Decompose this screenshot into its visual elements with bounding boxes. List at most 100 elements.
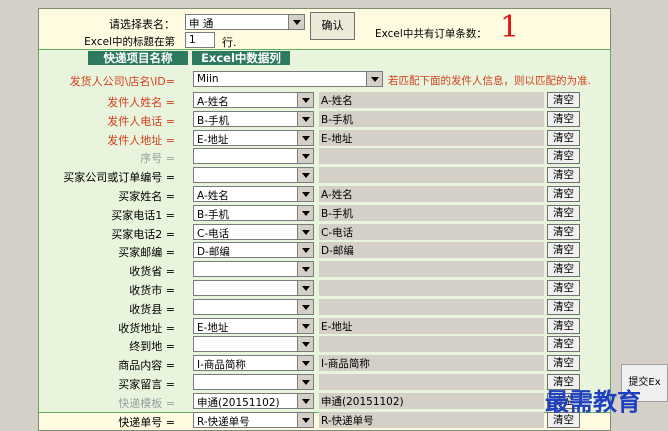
chevron-down-icon[interactable] [297, 413, 313, 427]
column-select[interactable] [193, 261, 314, 277]
chevron-down-icon[interactable] [297, 375, 313, 389]
clear-button[interactable]: 清空 [547, 261, 580, 277]
clear-button[interactable]: 清空 [547, 167, 580, 183]
clear-button[interactable]: 清空 [547, 148, 580, 164]
column-select[interactable]: E-地址 [193, 318, 314, 334]
chevron-down-icon[interactable] [297, 206, 313, 220]
order-count-value: 1 [500, 10, 520, 45]
column-preview-value: B-手机 [321, 208, 353, 220]
column-select-value: A-姓名 [197, 96, 229, 108]
chevron-down-icon[interactable] [297, 225, 313, 239]
clear-button[interactable]: 清空 [547, 336, 580, 352]
column-preview [319, 336, 544, 352]
row-label: 收货省 = [129, 265, 175, 278]
column-preview-value: B-手机 [321, 114, 353, 126]
column-select[interactable]: E-地址 [193, 130, 314, 146]
column-select-value: D-邮编 [197, 246, 230, 258]
confirm-button[interactable]: 确认 [310, 12, 355, 40]
chevron-down-icon[interactable] [297, 149, 313, 163]
column-select-value: R-快递单号 [197, 416, 250, 428]
clear-button[interactable]: 清空 [547, 111, 580, 127]
row-label: 终到地 = [129, 340, 175, 353]
chevron-down-icon[interactable] [297, 243, 313, 257]
title-row-suffix: 行. [222, 36, 237, 49]
clear-button[interactable]: 清空 [547, 224, 580, 240]
confirm-label: 确认 [321, 19, 344, 32]
column-select-value: B-手机 [197, 115, 229, 127]
column-preview: D-邮编 [319, 242, 544, 258]
clear-button[interactable]: 清空 [547, 186, 580, 202]
row-label: 快递单号 = [118, 416, 175, 429]
column-select[interactable]: B-手机 [193, 111, 314, 127]
column-preview: A-姓名 [319, 92, 544, 108]
clear-button[interactable]: 清空 [547, 355, 580, 371]
chevron-down-icon[interactable] [297, 168, 313, 182]
column-select[interactable]: A-姓名 [193, 92, 314, 108]
title-row-value: 1 [189, 34, 196, 46]
clear-button[interactable]: 清空 [547, 130, 580, 146]
chevron-down-icon[interactable] [297, 112, 313, 126]
column-preview-value: R-快递单号 [321, 415, 374, 427]
column-preview [319, 299, 544, 315]
chevron-down-icon[interactable] [297, 394, 313, 408]
row-label: 序号 = [140, 152, 175, 165]
row-label: 发件人姓名 = [107, 96, 175, 109]
column-select[interactable]: B-手机 [193, 205, 314, 221]
chevron-down-icon[interactable] [297, 187, 313, 201]
row-label: 买家电话1 = [111, 209, 175, 222]
sender-company-select[interactable]: Miin [193, 71, 383, 87]
column-select[interactable]: I-商品简称 [193, 355, 314, 371]
chevron-down-icon[interactable] [288, 15, 304, 29]
column-preview: R-快递单号 [319, 412, 544, 428]
column-select-value: C-电话 [197, 228, 230, 240]
title-row-label: Excel中的标题在第 [84, 36, 175, 48]
column-select-value: B-手机 [197, 209, 229, 221]
clear-button[interactable]: 清空 [547, 92, 580, 108]
clear-button[interactable]: 清空 [547, 318, 580, 334]
column-select[interactable]: R-快递单号 [193, 412, 314, 428]
column-preview-value: A-姓名 [321, 95, 353, 107]
column-select[interactable] [193, 280, 314, 296]
chevron-down-icon[interactable] [366, 72, 382, 86]
row-label: 商品内容 = [118, 359, 175, 372]
chevron-down-icon[interactable] [297, 131, 313, 145]
row-label: 买家留言 = [118, 378, 175, 391]
chevron-down-icon[interactable] [297, 262, 313, 276]
column-select[interactable] [193, 167, 314, 183]
column-select[interactable]: 申通(20151102) [193, 393, 314, 409]
column-select[interactable]: C-电话 [193, 224, 314, 240]
column-select-value: E-地址 [197, 134, 229, 146]
column-select[interactable] [193, 299, 314, 315]
column-select[interactable]: D-邮编 [193, 242, 314, 258]
column-preview: E-地址 [319, 130, 544, 146]
clear-button[interactable]: 清空 [547, 280, 580, 296]
select-table-label: 请选择表名： [109, 18, 175, 31]
column-select[interactable] [193, 336, 314, 352]
column-select[interactable]: A-姓名 [193, 186, 314, 202]
column-preview-value: C-电话 [321, 227, 354, 239]
table-select[interactable]: 申 通 [185, 14, 305, 30]
chevron-down-icon[interactable] [297, 281, 313, 295]
chevron-down-icon[interactable] [297, 337, 313, 351]
column-select[interactable] [193, 374, 314, 390]
title-row-input[interactable]: 1 [185, 32, 215, 48]
clear-button[interactable]: 清空 [547, 242, 580, 258]
row-label: 买家公司或订单编号 = [63, 171, 175, 184]
column-preview: I-商品简称 [319, 355, 544, 371]
chevron-down-icon[interactable] [297, 93, 313, 107]
column-preview-value: I-商品简称 [321, 358, 370, 370]
row-label: 买家邮编 = [118, 246, 175, 259]
chevron-down-icon[interactable] [297, 319, 313, 333]
clear-button[interactable]: 清空 [547, 205, 580, 221]
column-preview: 申通(20151102) [319, 393, 544, 409]
column-preview-value: E-地址 [321, 321, 353, 333]
row-label: 买家姓名 = [118, 190, 175, 203]
column-preview [319, 148, 544, 164]
column-select[interactable] [193, 148, 314, 164]
chevron-down-icon[interactable] [297, 300, 313, 314]
chevron-down-icon[interactable] [297, 356, 313, 370]
row-label: 发件人地址 = [107, 134, 175, 147]
clear-button[interactable]: 清空 [547, 299, 580, 315]
sender-company-hint: 若匹配下面的发件人信息，则以匹配的为准. [388, 75, 591, 87]
row-label: 收货市 = [129, 284, 175, 297]
